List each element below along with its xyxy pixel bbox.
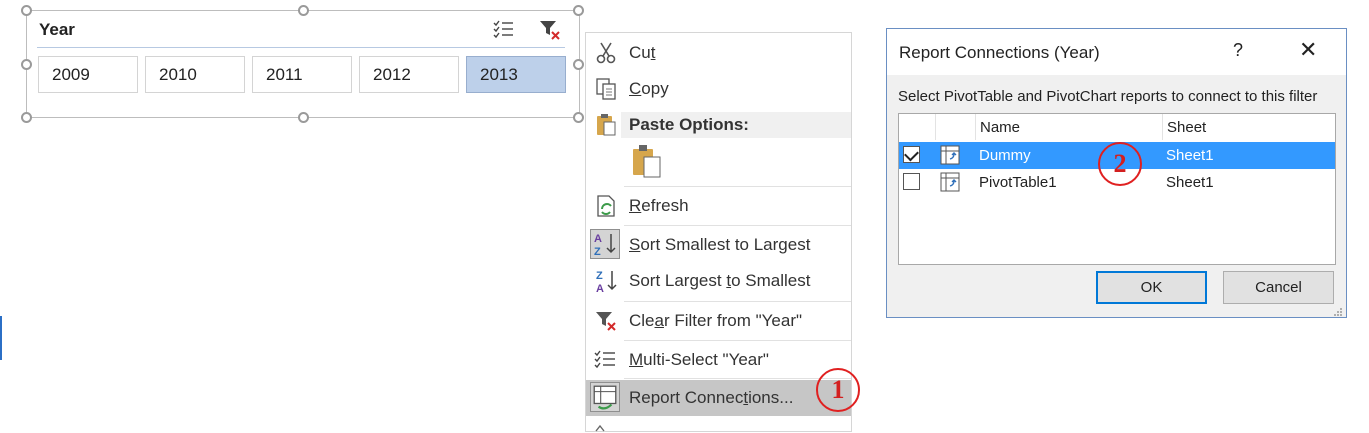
resize-handle-left[interactable] bbox=[21, 59, 32, 70]
menu-item-copy[interactable]: Copy bbox=[586, 71, 851, 107]
row-name: Dummy bbox=[979, 147, 1031, 164]
menu-separator bbox=[624, 378, 851, 379]
menu-item-cut[interactable]: Cut bbox=[586, 35, 851, 71]
menu-separator bbox=[624, 225, 851, 226]
dialog-title: Report Connections (Year) bbox=[899, 43, 1100, 62]
menu-item-label: Cut bbox=[629, 43, 656, 62]
column-separator bbox=[1162, 114, 1163, 140]
clear-filter-icon[interactable] bbox=[537, 17, 563, 43]
connections-list[interactable]: Name Sheet Dummy Sheet1 PivotTable1 Shee… bbox=[898, 113, 1336, 265]
annotation-step-2: 2 bbox=[1098, 142, 1142, 186]
sort-ascending-icon-frame: A Z bbox=[590, 229, 620, 259]
copy-icon bbox=[596, 78, 616, 100]
paste-options-header: Paste Options: bbox=[621, 112, 851, 138]
column-separator bbox=[975, 114, 976, 140]
resize-handle-bottom[interactable] bbox=[298, 112, 309, 123]
cell-selection-edge bbox=[0, 316, 2, 360]
menu-item-sort-smallest-to-largest[interactable]: A Z Sort Smallest to Largest bbox=[586, 227, 851, 263]
row-sheet: Sheet1 bbox=[1166, 147, 1214, 164]
paste-icon bbox=[597, 114, 616, 136]
svg-text:Z: Z bbox=[596, 270, 603, 282]
menu-item-label: Report Connections... bbox=[629, 388, 794, 407]
menu-item-label: Refresh bbox=[629, 196, 689, 215]
report-connections-icon bbox=[590, 382, 620, 412]
resize-grip-icon[interactable] bbox=[1331, 305, 1343, 317]
slicer-title: Year bbox=[39, 20, 75, 39]
dialog-titlebar: Report Connections (Year) ? ✕ bbox=[887, 29, 1346, 75]
slicer-item-2009[interactable]: 2009 bbox=[38, 56, 138, 93]
resize-handle-top-left[interactable] bbox=[21, 5, 32, 16]
resize-handle-bottom-right[interactable] bbox=[573, 112, 584, 123]
row-checkbox[interactable] bbox=[903, 146, 920, 163]
year-slicer[interactable]: Year 2009 2010 2011 2012 2013 bbox=[21, 5, 584, 123]
menu-item-multi-select[interactable]: Multi-Select "Year" bbox=[586, 342, 851, 378]
pivot-table-icon bbox=[940, 172, 960, 192]
menu-next-item-icon bbox=[595, 424, 605, 432]
menu-item-label: Multi-Select "Year" bbox=[629, 350, 769, 369]
menu-item-label: Copy bbox=[629, 79, 669, 98]
svg-text:A: A bbox=[594, 233, 602, 245]
row-name: PivotTable1 bbox=[979, 174, 1057, 191]
slicer-item-2012[interactable]: 2012 bbox=[359, 56, 459, 93]
resize-handle-top[interactable] bbox=[298, 5, 309, 16]
menu-item-clear-filter[interactable]: Clear Filter from "Year" bbox=[586, 303, 851, 339]
menu-item-sort-largest-to-smallest[interactable]: Z A Sort Largest to Smallest bbox=[586, 263, 851, 299]
sort-descending-icon: Z A bbox=[596, 270, 617, 294]
column-header-name[interactable]: Name bbox=[980, 114, 1020, 140]
paste-option-icon[interactable] bbox=[630, 143, 664, 179]
menu-separator bbox=[624, 301, 851, 302]
row-checkbox[interactable] bbox=[903, 173, 920, 190]
menu-item-label: Sort Largest to Smallest bbox=[629, 271, 811, 290]
help-icon[interactable]: ? bbox=[1233, 40, 1243, 61]
row-sheet: Sheet1 bbox=[1166, 174, 1214, 191]
clear-filter-icon bbox=[596, 312, 616, 331]
svg-text:A: A bbox=[596, 283, 604, 294]
slicer-separator bbox=[37, 47, 565, 48]
checkmark-icon bbox=[904, 146, 919, 162]
resize-handle-right[interactable] bbox=[573, 59, 584, 70]
svg-text:Z: Z bbox=[594, 246, 601, 258]
multi-select-icon[interactable] bbox=[491, 17, 517, 43]
menu-item-label: Clear Filter from "Year" bbox=[629, 311, 803, 330]
slicer-item-2010[interactable]: 2010 bbox=[145, 56, 245, 93]
dialog-instruction: Select PivotTable and PivotChart reports… bbox=[898, 88, 1318, 105]
slicer-item-2011[interactable]: 2011 bbox=[252, 56, 352, 93]
multi-select-icon bbox=[594, 350, 615, 369]
menu-separator bbox=[624, 340, 851, 341]
slicer-item-2013[interactable]: 2013 bbox=[466, 56, 566, 93]
column-separator bbox=[935, 114, 936, 140]
menu-item-label: Sort Smallest to Largest bbox=[629, 235, 811, 254]
menu-item-refresh[interactable]: Refresh bbox=[586, 188, 851, 224]
sort-ascending-icon: A Z bbox=[594, 233, 616, 258]
close-icon[interactable]: ✕ bbox=[1299, 37, 1317, 63]
pivot-table-icon bbox=[940, 145, 960, 165]
menu-item-report-connections[interactable]: Report Connections... bbox=[586, 380, 851, 416]
refresh-icon bbox=[597, 195, 615, 217]
ok-button[interactable]: OK bbox=[1096, 271, 1207, 304]
resize-handle-bottom-left[interactable] bbox=[21, 112, 32, 123]
column-header-sheet[interactable]: Sheet bbox=[1167, 114, 1206, 140]
cancel-button[interactable]: Cancel bbox=[1223, 271, 1334, 304]
context-menu: Cut Copy Paste Options: Refresh A Z Sort… bbox=[585, 32, 852, 432]
annotation-step-1: 1 bbox=[816, 368, 860, 412]
menu-separator bbox=[624, 186, 851, 187]
scissors-icon bbox=[596, 42, 616, 64]
resize-handle-top-right[interactable] bbox=[573, 5, 584, 16]
